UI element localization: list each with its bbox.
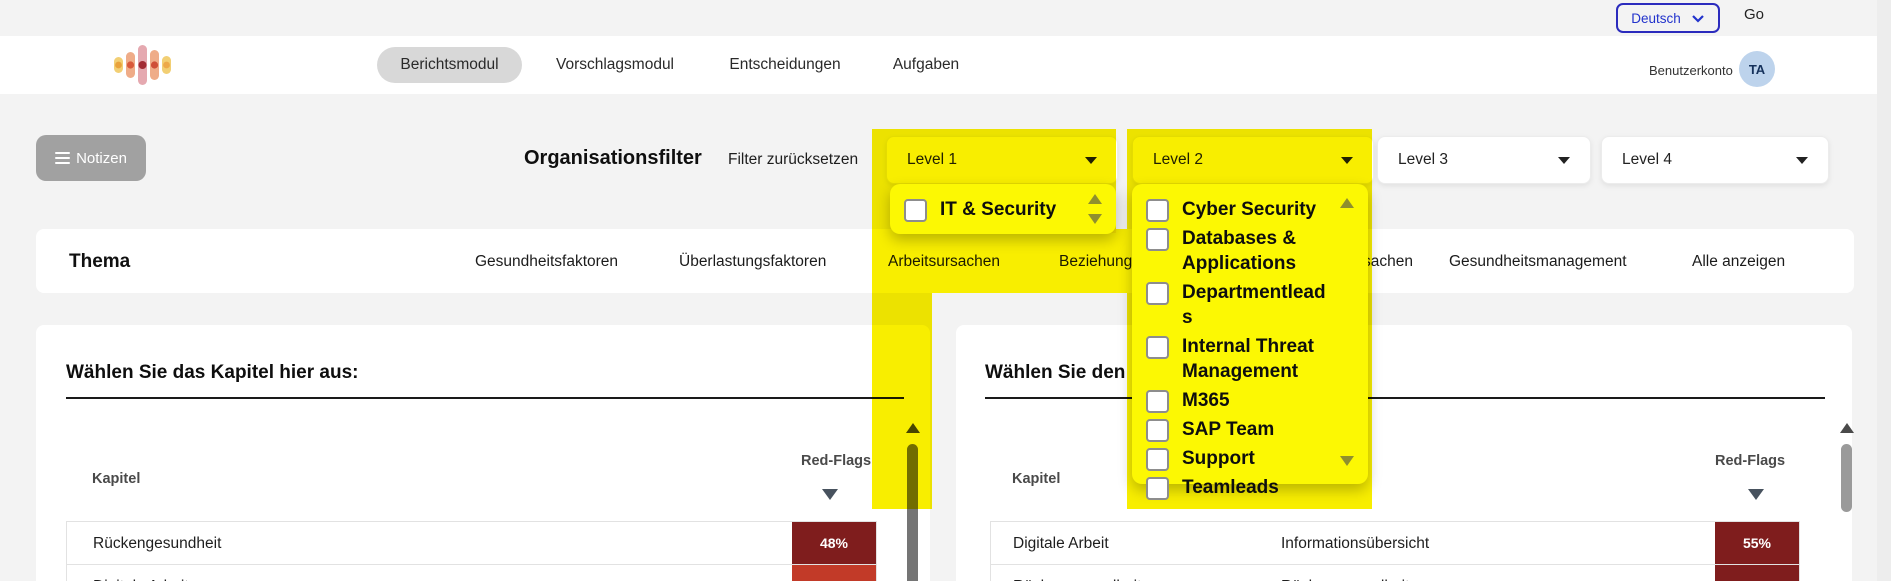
nav-tab-aufgaben[interactable]: Aufgaben — [890, 47, 962, 83]
level3-dropdown[interactable]: Level 3 — [1377, 136, 1591, 184]
checkbox-icon[interactable] — [1146, 390, 1169, 413]
option-databases-applications[interactable]: Databases & Applications — [1132, 224, 1368, 278]
redflags-badge: 55% — [1715, 522, 1799, 564]
caret-down-icon — [1558, 157, 1570, 164]
filter-reset-button[interactable]: Filter zurücksetzen — [728, 151, 858, 169]
option-label: Databases & Applications — [1182, 226, 1332, 276]
app-canvas: Deutsch Go Berichtsmodul Vorschlagsmodul… — [0, 0, 1891, 581]
language-select[interactable]: Deutsch — [1616, 3, 1720, 33]
avatar[interactable]: TA — [1739, 51, 1775, 87]
table-row[interactable]: Digitale Arbeit 27% — [66, 565, 877, 581]
checkbox-icon[interactable] — [1146, 336, 1169, 359]
kapitel-column-header: Kapitel — [1012, 471, 1060, 487]
option-internal-threat-management[interactable]: Internal Threat Management — [1132, 332, 1368, 386]
sort-descending-icon[interactable] — [822, 489, 838, 500]
table-row[interactable]: Rückengesundheit Rückengesundheit 48% — [990, 565, 1800, 581]
scroll-down-icon[interactable] — [1340, 456, 1354, 466]
checkbox-icon[interactable] — [1146, 419, 1169, 442]
option-label: Cyber Security — [1182, 197, 1332, 222]
scroll-down-icon[interactable] — [1088, 214, 1102, 224]
panel-scrollbar-thumb[interactable] — [907, 444, 918, 581]
account-label: Benutzerkonto — [1649, 63, 1733, 78]
nav-tab-berichtsmodul[interactable]: Berichtsmodul — [377, 47, 522, 83]
option-m365[interactable]: M365 — [1132, 386, 1368, 415]
kapitel-panel-heading: Wählen Sie das Kapitel hier aus: — [66, 362, 358, 384]
tab-gesundheitsfaktoren[interactable]: Gesundheitsfaktoren — [475, 253, 618, 271]
kapitel-cell: Rückengesundheit — [93, 535, 221, 553]
redflags-badge: 27% — [792, 565, 876, 581]
level2-dropdown[interactable]: Level 2 — [1132, 136, 1374, 184]
table-row[interactable]: Digitale Arbeit Informationsübersicht 55… — [990, 521, 1800, 565]
kapitel-column-header: Kapitel — [92, 471, 140, 487]
caret-down-icon — [1341, 157, 1353, 164]
level3-dropdown-label: Level 3 — [1398, 151, 1448, 169]
option-label: Departmentleads — [1182, 280, 1332, 330]
option-label: Internal Threat Management — [1182, 334, 1332, 384]
tab-arbeitsursachen[interactable]: Arbeitsursachen — [888, 253, 1000, 271]
language-select-value: Deutsch — [1631, 11, 1681, 26]
kapitel-cell: Digitale Arbeit — [1013, 535, 1109, 553]
option-label: Support — [1182, 446, 1332, 471]
tab-ueberlastungsfaktoren[interactable]: Überlastungsfaktoren — [679, 253, 826, 271]
sort-descending-icon[interactable] — [1748, 489, 1764, 500]
level4-dropdown[interactable]: Level 4 — [1601, 136, 1829, 184]
level4-dropdown-label: Level 4 — [1622, 151, 1672, 169]
option-departmentleads[interactable]: Departmentleads — [1132, 278, 1368, 332]
notes-button[interactable]: Notizen — [36, 135, 146, 181]
app-logo-icon — [112, 42, 176, 88]
redflags-badge: 48% — [1715, 565, 1799, 581]
option-label: SAP Team — [1182, 417, 1332, 442]
hamburger-icon — [55, 149, 70, 167]
option-label: M365 — [1182, 388, 1332, 413]
org-filter-title: Organisationsfilter — [524, 147, 702, 170]
redflags-column-header: Red-Flags — [801, 453, 871, 469]
checkbox-icon[interactable] — [1146, 282, 1169, 305]
tab-beziehung[interactable]: Beziehung — [1059, 253, 1132, 271]
option-cyber-security[interactable]: Cyber Security — [1132, 195, 1368, 224]
divider — [66, 397, 904, 399]
caret-down-icon — [1085, 157, 1097, 164]
checkbox-icon[interactable] — [1146, 477, 1169, 500]
page-scrollbar[interactable] — [1877, 0, 1891, 581]
checkbox-icon[interactable] — [1146, 199, 1169, 222]
scroll-up-icon[interactable] — [1840, 423, 1854, 433]
redflags-badge: 48% — [792, 522, 876, 564]
option-label: Teamleads — [1182, 475, 1332, 500]
thema-title: Thema — [69, 251, 130, 273]
panel-scrollbar-thumb[interactable] — [1841, 444, 1852, 512]
go-button[interactable]: Go — [1744, 6, 1764, 23]
chevron-down-icon — [1691, 14, 1705, 23]
notes-button-label: Notizen — [76, 150, 127, 167]
checkbox-icon[interactable] — [904, 199, 927, 222]
option-sap-team[interactable]: SAP Team — [1132, 415, 1368, 444]
option-teamleads[interactable]: Teamleads — [1132, 473, 1368, 502]
nav-tab-entscheidungen[interactable]: Entscheidungen — [725, 47, 845, 83]
level1-dropdown-label: Level 1 — [907, 151, 957, 169]
option-label: IT & Security — [940, 197, 1090, 222]
scroll-up-icon[interactable] — [1340, 198, 1354, 208]
tab-gesundheitsmanagement[interactable]: Gesundheitsmanagement — [1449, 253, 1627, 271]
thema-table: Digitale Arbeit Informationsübersicht 55… — [990, 521, 1800, 581]
redflags-column-header: Red-Flags — [1715, 453, 1785, 469]
level1-dropdown[interactable]: Level 1 — [886, 136, 1118, 184]
divider — [985, 397, 1825, 399]
level2-dropdown-label: Level 2 — [1153, 151, 1203, 169]
caret-down-icon — [1796, 157, 1808, 164]
checkbox-icon[interactable] — [1146, 228, 1169, 251]
level2-options-popup: Cyber Security Databases & Applications … — [1132, 184, 1368, 484]
thema-select-panel-heading: Wählen Sie den — [985, 362, 1125, 384]
thema-cell: Informationsübersicht — [1281, 535, 1429, 553]
option-it-security[interactable]: IT & Security — [890, 195, 1116, 224]
option-support[interactable]: Support — [1132, 444, 1368, 473]
level1-options-popup: IT & Security — [890, 184, 1116, 234]
scroll-up-icon[interactable] — [1088, 194, 1102, 204]
kapitel-table: Rückengesundheit 48% Digitale Arbeit 27% — [66, 521, 877, 581]
table-row[interactable]: Rückengesundheit 48% — [66, 521, 877, 565]
nav-tab-vorschlagsmodul[interactable]: Vorschlagsmodul — [551, 47, 679, 83]
top-strip — [0, 0, 1891, 36]
scroll-up-icon[interactable] — [906, 423, 920, 433]
checkbox-icon[interactable] — [1146, 448, 1169, 471]
tab-alle-anzeigen[interactable]: Alle anzeigen — [1692, 253, 1785, 271]
tab-sachen-fragment[interactable]: sachen — [1363, 253, 1413, 271]
